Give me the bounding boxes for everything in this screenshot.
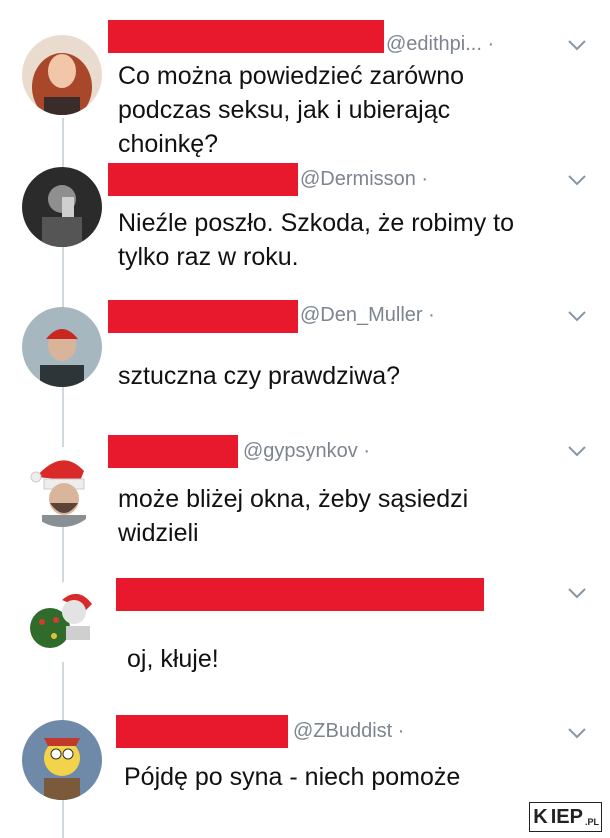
tweet-text: Co można powiedzieć zarówno podczas seks…	[118, 59, 598, 161]
chevron-down-icon[interactable]	[566, 34, 588, 56]
chevron-down-icon[interactable]	[566, 440, 588, 462]
tweet-text: sztuczna czy prawdziwa?	[118, 359, 598, 393]
user-handle[interactable]: @gypsynkov ·	[243, 440, 370, 463]
watermark-text: IEP	[550, 803, 585, 831]
watermark-tld: .PL	[584, 817, 599, 827]
tweet[interactable]: oj, kłuje!	[0, 570, 610, 710]
chevron-down-icon[interactable]	[566, 722, 588, 744]
tweet-text-line: Nieźle poszło. Szkoda, że robimy to	[118, 209, 515, 237]
tweet-text-line: widzieli	[118, 519, 199, 547]
cartoon-character-avatar[interactable]	[22, 720, 102, 800]
tweet-text-line: podczas seksu, jak i ubierając	[118, 96, 451, 124]
redacted-username	[108, 20, 384, 53]
tweet[interactable]: @ZBuddist · Pójdę po syna - niech pomoże	[0, 710, 610, 838]
tweet-text-line: może bliżej okna, żeby sąsiedzi	[118, 485, 469, 513]
chevron-down-icon[interactable]	[566, 582, 588, 604]
redacted-username	[108, 163, 298, 196]
santa-hat-cartoon-avatar[interactable]	[22, 447, 102, 527]
tweet-text: oj, kłuje!	[127, 642, 607, 676]
tweet[interactable]: @gypsynkov · może bliżej okna, żeby sąsi…	[0, 425, 610, 570]
user-handle[interactable]: @Dermisson ·	[300, 168, 428, 191]
tweet-text-line: Pójdę po syna - niech pomoże	[124, 763, 461, 791]
redacted-username	[116, 578, 484, 611]
chevron-down-icon[interactable]	[566, 305, 588, 327]
user-handle[interactable]: @edithpi... ·	[386, 33, 494, 56]
redacted-username	[108, 300, 298, 333]
tweet-text-line: tylko raz w roku.	[118, 243, 299, 271]
redacted-username	[116, 715, 288, 748]
tweet[interactable]: @Dermisson · Nieźle poszło. Szkoda, że r…	[0, 160, 610, 290]
tweet-text: może bliżej okna, żeby sąsiedzi widzieli	[118, 482, 598, 550]
man-red-beanie-avatar[interactable]	[22, 307, 102, 387]
redacted-username	[108, 435, 238, 468]
tweet-text: Nieźle poszło. Szkoda, że robimy to tylk…	[118, 206, 598, 274]
tweet-text-line: Co można powiedzieć zarówno	[118, 62, 465, 90]
woman-red-hair-avatar[interactable]	[22, 35, 102, 115]
watermark-box-letter: K	[530, 803, 551, 831]
tweet[interactable]: @edithpi... · Co można powiedzieć zarówn…	[0, 0, 610, 165]
kiep-watermark-logo: K IEP .PL	[529, 802, 602, 832]
tweet-text-line: choinkę?	[118, 130, 219, 158]
tweet[interactable]: @Den_Muller · sztuczna czy prawdziwa?	[0, 290, 610, 425]
chevron-down-icon[interactable]	[566, 169, 588, 191]
christmas-wreath-avatar[interactable]	[22, 582, 102, 662]
user-handle[interactable]: @ZBuddist ·	[293, 720, 404, 743]
tweet-text-line: oj, kłuje!	[127, 645, 219, 673]
man-drinking-bw-avatar[interactable]	[22, 167, 102, 247]
user-handle[interactable]: @Den_Muller ·	[300, 304, 435, 327]
tweet-text-line: sztuczna czy prawdziwa?	[118, 362, 401, 390]
tweet-text: Pójdę po syna - niech pomoże	[124, 760, 604, 794]
